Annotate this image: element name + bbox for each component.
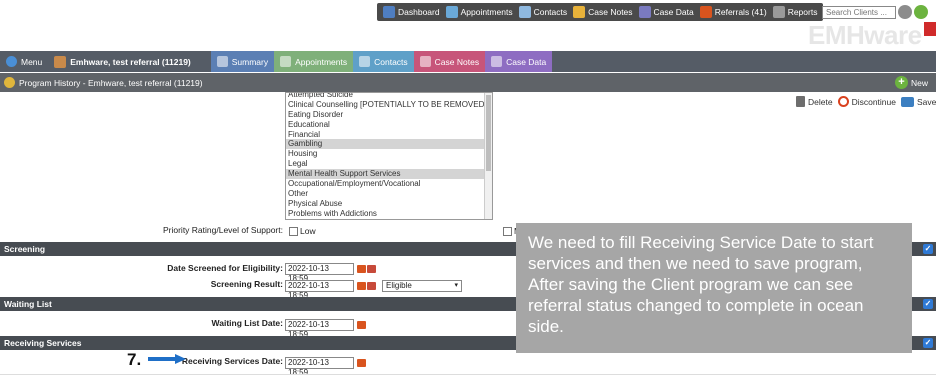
tab-icon bbox=[491, 56, 503, 67]
waiting-check-icon[interactable]: ✓ bbox=[923, 299, 933, 309]
nav-case-data[interactable]: Case Data bbox=[636, 3, 697, 21]
hamburger-icon bbox=[6, 56, 17, 67]
waiting-list-date-label: Waiting List Date: bbox=[211, 318, 283, 328]
contacts-icon bbox=[518, 6, 531, 18]
list-item[interactable]: Housing bbox=[286, 149, 492, 159]
tab-case-data[interactable]: Case Data bbox=[485, 51, 553, 72]
list-item[interactable]: Eating Disorder bbox=[286, 110, 492, 120]
tab-icon bbox=[359, 56, 371, 67]
client-tabs: Summary Appointments Contacts Case Notes Cas… bbox=[210, 51, 553, 72]
discontinue-button[interactable]: Discontinue bbox=[837, 96, 896, 107]
list-item[interactable]: Attempted Suicide bbox=[286, 93, 492, 100]
priority-low-checkbox[interactable] bbox=[289, 227, 298, 236]
list-item[interactable]: Clinical Counselling [POTENTIALLY TO BE … bbox=[286, 100, 492, 110]
list-item[interactable]: Gambling bbox=[286, 139, 492, 150]
receiving-check-icon[interactable]: ✓ bbox=[923, 338, 933, 348]
program-history-bar: Program History - Emhware, test referral… bbox=[0, 73, 936, 92]
list-item[interactable]: Mental Health Support Services bbox=[286, 169, 492, 180]
tab-icon bbox=[419, 56, 431, 67]
help-icon[interactable] bbox=[898, 5, 912, 19]
list-item[interactable]: Educational bbox=[286, 120, 492, 130]
divider bbox=[0, 374, 936, 375]
client-nav: Menu Emhware, test referral (11219) Summ… bbox=[0, 51, 936, 72]
list-item[interactable]: Financial bbox=[286, 130, 492, 140]
new-button[interactable]: + New bbox=[894, 73, 928, 92]
arrow-right-icon bbox=[148, 354, 186, 364]
search-clients-input[interactable] bbox=[822, 6, 896, 19]
list-item[interactable]: Physical Abuse bbox=[286, 199, 492, 209]
trash-icon bbox=[796, 96, 805, 107]
tab-summary[interactable]: Summary bbox=[210, 51, 275, 72]
receiving-services-date-label: Receiving Services Date: bbox=[181, 356, 283, 366]
chevron-down-icon: ▾ bbox=[454, 282, 458, 289]
logo-accent bbox=[924, 22, 936, 36]
top-nav: Dashboard Appointments Contacts Case Notes C… bbox=[377, 3, 824, 21]
save-icon bbox=[901, 96, 914, 107]
save-button[interactable]: Save bbox=[901, 96, 936, 107]
menu-label: Menu bbox=[21, 56, 43, 67]
client-name[interactable]: Emhware, test referral (11219) bbox=[48, 51, 196, 72]
clear-date-icon[interactable] bbox=[367, 265, 376, 273]
waiting-list-date-input[interactable]: 2022-10-13 18:59 bbox=[285, 319, 354, 339]
referrals-icon bbox=[699, 6, 712, 18]
plus-icon: + bbox=[894, 76, 908, 89]
calendar-icon[interactable] bbox=[357, 282, 366, 290]
add-icon[interactable] bbox=[914, 5, 928, 19]
ban-icon bbox=[837, 96, 849, 107]
calendar-icon bbox=[445, 6, 458, 18]
tab-appointments[interactable]: Appointments bbox=[274, 51, 354, 72]
tab-icon bbox=[280, 56, 292, 67]
dashboard-icon bbox=[383, 6, 395, 18]
tab-icon bbox=[216, 56, 228, 67]
client-avatar-icon bbox=[54, 55, 67, 68]
screening-result-date-input[interactable]: 2022-10-13 18:59 bbox=[285, 280, 354, 300]
nav-referrals[interactable]: Referrals (41) bbox=[697, 3, 770, 21]
step-number: 7. bbox=[127, 350, 142, 369]
casedata-icon bbox=[638, 6, 651, 18]
priority-m-checkbox[interactable] bbox=[503, 227, 512, 236]
screening-check-icon[interactable]: ✓ bbox=[923, 244, 933, 254]
instruction-overlay: We need to fill Receiving Service Date t… bbox=[516, 223, 912, 353]
program-history-icon bbox=[4, 77, 15, 88]
nav-case-notes[interactable]: Case Notes bbox=[570, 3, 635, 21]
delete-button[interactable]: Delete bbox=[796, 96, 833, 107]
calendar-icon[interactable] bbox=[357, 359, 366, 367]
reports-icon bbox=[772, 6, 785, 18]
tab-contacts[interactable]: Contacts bbox=[353, 51, 414, 72]
issues-listbox[interactable]: Attempted Suicide Clinical Counselling [P… bbox=[285, 92, 493, 220]
screening-result-label: Screening Result: bbox=[210, 279, 283, 289]
nav-dashboard[interactable]: Dashboard bbox=[380, 3, 443, 21]
program-actions: Delete Discontinue Save bbox=[796, 96, 936, 107]
list-item[interactable]: Legal bbox=[286, 159, 492, 169]
list-item[interactable]: Problems with Addictions bbox=[286, 209, 492, 219]
priority-low-label: Low bbox=[300, 226, 316, 236]
page-title: Program History - Emhware, test referral… bbox=[19, 77, 203, 88]
tab-case-notes[interactable]: Case Notes bbox=[413, 51, 486, 72]
notes-icon bbox=[573, 6, 586, 18]
nav-contacts[interactable]: Contacts bbox=[516, 3, 571, 21]
clear-date-icon[interactable] bbox=[367, 282, 376, 290]
priority-label: Priority Rating/Level of Support: bbox=[162, 225, 283, 235]
menu-button[interactable]: Menu bbox=[0, 51, 48, 72]
screening-result-select[interactable]: Eligible ▾ bbox=[382, 280, 462, 292]
nav-appointments[interactable]: Appointments bbox=[443, 3, 516, 21]
emhware-logo: EMHware bbox=[808, 20, 922, 50]
nav-reports[interactable]: Reports bbox=[770, 3, 821, 21]
calendar-icon[interactable] bbox=[357, 265, 366, 273]
list-item[interactable]: Other bbox=[286, 189, 492, 199]
date-screened-label: Date Screened for Eligibility: bbox=[167, 263, 283, 273]
receiving-services-date-input[interactable]: 2022-10-13 18:59 bbox=[285, 357, 354, 377]
listbox-scrollbar[interactable] bbox=[484, 93, 492, 219]
list-item[interactable]: Occupational/Employment/Vocational bbox=[286, 179, 492, 189]
calendar-icon[interactable] bbox=[357, 321, 366, 329]
date-screened-input[interactable]: 2022-10-13 18:59 bbox=[285, 263, 354, 283]
